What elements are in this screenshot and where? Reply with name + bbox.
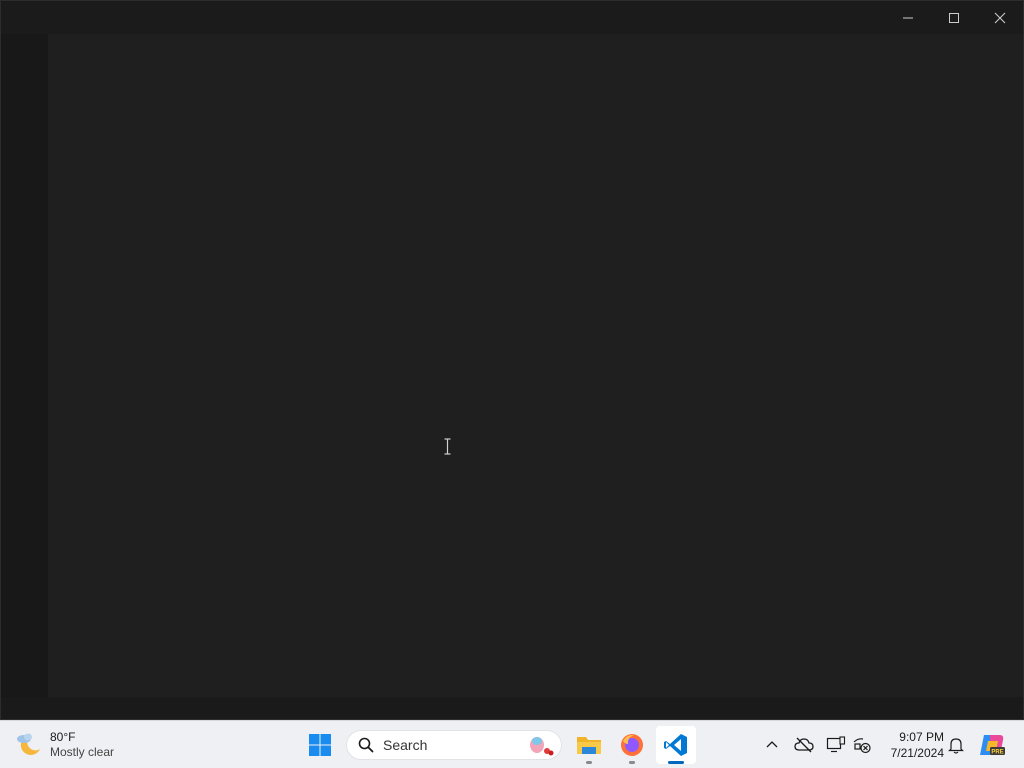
copilot-pre-icon: PRE: [980, 735, 1005, 756]
svg-text:PRE: PRE: [991, 750, 1003, 756]
display-icon: [826, 736, 846, 753]
display-button[interactable]: [824, 733, 848, 757]
status-bar: [1, 697, 1023, 719]
window-controls: [885, 1, 1023, 34]
minimize-icon: [903, 17, 913, 18]
notifications-button[interactable]: [944, 733, 968, 757]
show-hidden-icons-button[interactable]: [760, 733, 784, 757]
activity-bar: [1, 34, 48, 697]
windows-start-icon: [309, 734, 331, 756]
weather-widget[interactable]: 80°F Mostly clear: [14, 727, 114, 763]
network-disconnected-icon: [853, 738, 871, 754]
moon-cloud-icon: [17, 733, 40, 755]
editor-area[interactable]: [48, 34, 1023, 697]
taskbar-app-firefox[interactable]: [612, 726, 652, 764]
search-box[interactable]: Search: [346, 730, 562, 760]
network-button[interactable]: [850, 733, 874, 757]
close-button[interactable]: [977, 1, 1023, 34]
bell-icon: [948, 738, 964, 754]
taskbar: 80°F Mostly clear Search 9:07 PM 7/21/20…: [0, 720, 1024, 768]
search-placeholder: Search: [383, 737, 428, 753]
close-icon: [994, 12, 1006, 23]
weather-text: 80°F Mostly clear: [50, 730, 114, 760]
clock[interactable]: 9:07 PM 7/21/2024: [880, 729, 944, 761]
clock-time: 9:07 PM: [899, 730, 944, 744]
weather-temperature: 80°F: [50, 730, 76, 744]
taskbar-app-vscode[interactable]: [656, 726, 696, 764]
running-indicator: [586, 761, 592, 764]
app-window: [0, 0, 1024, 720]
minimize-button[interactable]: [885, 1, 931, 34]
maximize-icon: [949, 12, 959, 23]
active-indicator: [668, 761, 684, 764]
onedrive-button[interactable]: [792, 733, 816, 757]
start-button[interactable]: [300, 726, 340, 764]
firefox-icon: [621, 734, 643, 756]
chevron-up-icon: [766, 741, 778, 748]
onedrive-offline-icon: [794, 737, 814, 753]
search-highlight-icon: [530, 737, 554, 756]
folder-icon: [577, 737, 601, 754]
copilot-button[interactable]: PRE: [978, 731, 1006, 759]
running-indicator: [629, 761, 635, 764]
taskbar-app-file-explorer[interactable]: [569, 726, 609, 764]
vscode-icon: [664, 734, 687, 756]
title-bar[interactable]: [1, 1, 1023, 34]
weather-condition: Mostly clear: [50, 745, 115, 759]
search-icon: [358, 737, 374, 753]
clock-date: 7/21/2024: [890, 746, 944, 760]
maximize-button[interactable]: [931, 1, 977, 34]
text-cursor-icon: [444, 438, 451, 455]
